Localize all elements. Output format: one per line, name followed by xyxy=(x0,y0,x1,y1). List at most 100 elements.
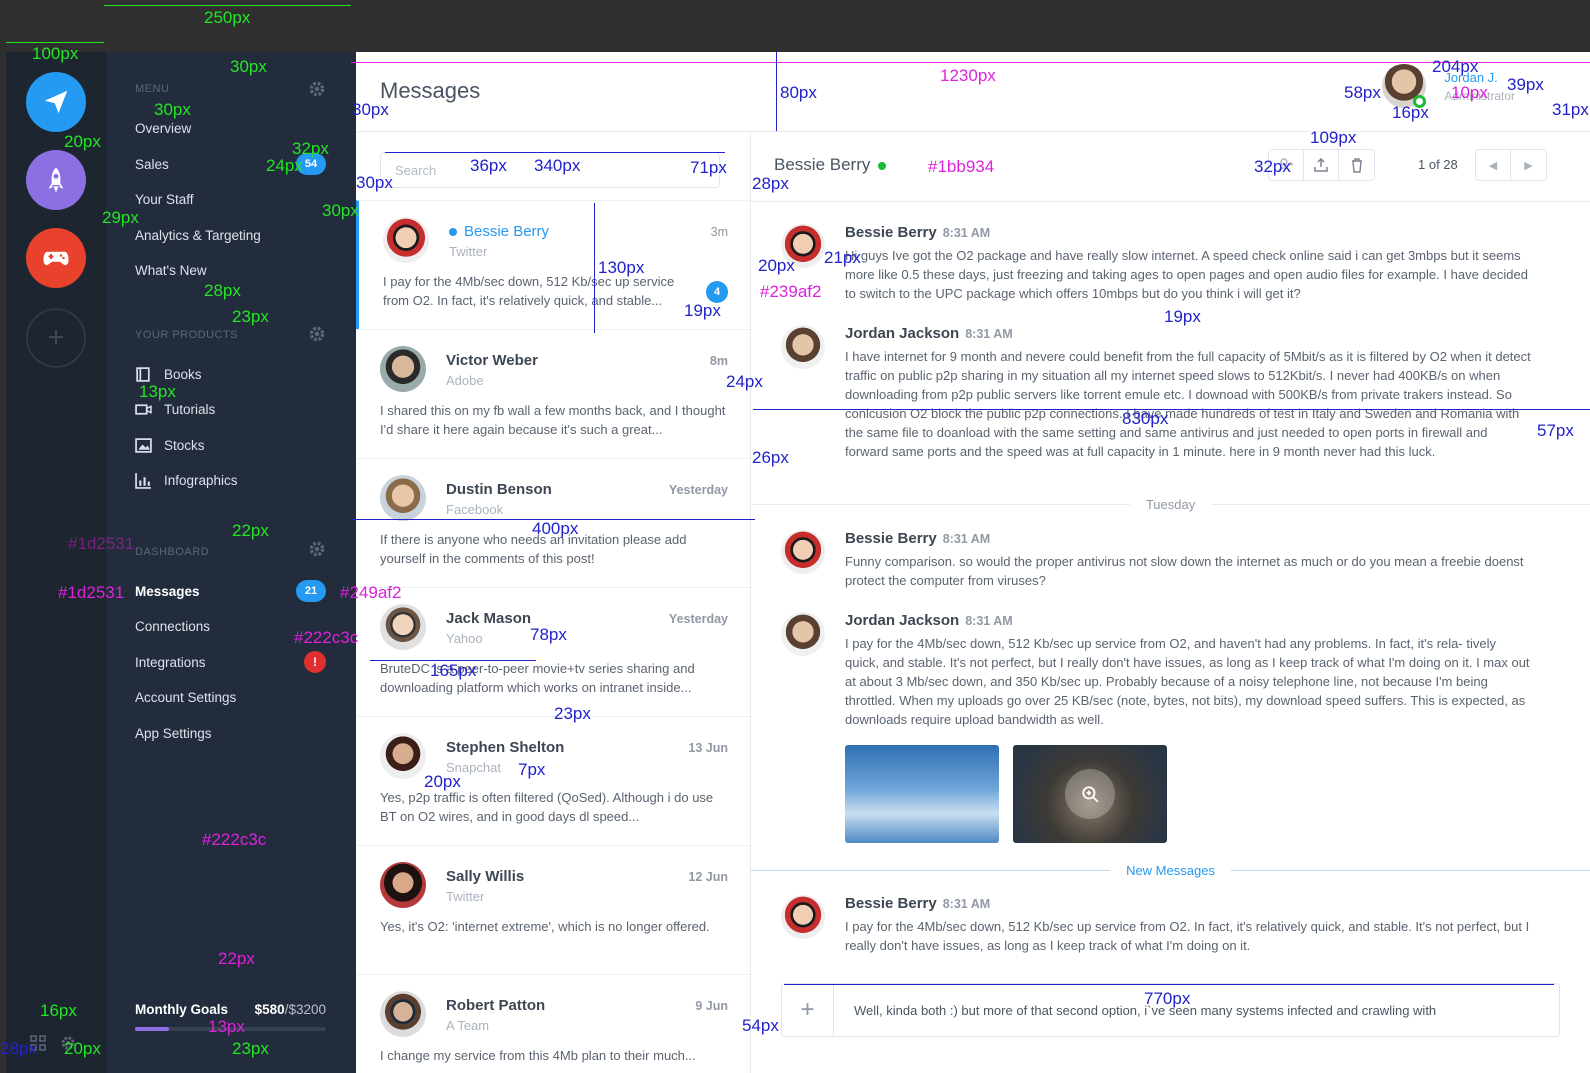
page-title: Messages xyxy=(380,78,481,103)
day-separator-label: Tuesday xyxy=(1145,496,1196,512)
annotation-label: 28px xyxy=(204,281,241,300)
avatar xyxy=(781,530,825,574)
annotation-label: 39px xyxy=(1507,75,1544,94)
annotation-label: 31px xyxy=(1552,100,1589,119)
app-rail: + xyxy=(6,52,106,1073)
annotation-line xyxy=(351,62,1590,63)
unread-count-badge: 4 xyxy=(706,281,728,303)
messages-badge: 21 xyxy=(296,580,326,602)
conversation-name: Victor Weber xyxy=(446,352,538,369)
gear-icon[interactable] xyxy=(308,325,326,343)
conversation-item[interactable]: Jack Mason Yahoo Yesterday BruteDC is a … xyxy=(356,587,750,717)
add-app-button[interactable]: + xyxy=(26,308,86,368)
nav-item-label: Infographics xyxy=(164,472,238,488)
annotation-label: #249af2 xyxy=(340,583,402,602)
message-text: I have internet for 9 month and nevere c… xyxy=(845,349,1531,459)
annotation-label: 20px xyxy=(64,132,101,151)
next-page-button[interactable]: ▶ xyxy=(1511,150,1546,180)
message-author: Jordan Jackson xyxy=(845,325,960,342)
conversation-preview: Yes, p2p traffic is often filtered (QoSe… xyxy=(380,790,714,824)
annotation-label: 80px xyxy=(780,83,817,102)
message-thread: Bessie Berry 1 of 28 ◀ ▶ Bessie Berry 8:3… xyxy=(751,132,1590,1073)
nav-item-infographics[interactable]: Infographics xyxy=(135,468,326,492)
nav-item-overview[interactable]: Overview xyxy=(135,116,326,140)
chevron-right-icon: ▶ xyxy=(1524,159,1533,172)
paper-plane-icon xyxy=(44,90,68,114)
book-icon xyxy=(136,366,150,382)
nav-item-label: Integrations xyxy=(135,654,206,670)
attachment-image[interactable] xyxy=(1013,745,1167,843)
nav-item-your-staff[interactable]: Your Staff xyxy=(135,187,326,211)
thread-header: Bessie Berry 1 of 28 ◀ ▶ xyxy=(751,132,1590,202)
annotation-label: 54px xyxy=(742,1016,779,1035)
annotation-label: 32px xyxy=(292,139,329,158)
annotation-label: 13px xyxy=(139,382,176,401)
conversation-item[interactable]: Victor Weber Adobe 8m I shared this on m… xyxy=(356,329,750,459)
annotation-label: 24px xyxy=(726,372,763,391)
share-button[interactable] xyxy=(1304,150,1339,180)
annotation-label: 250px xyxy=(204,8,251,27)
nav-item-stocks[interactable]: Stocks xyxy=(135,433,326,457)
annotation-line xyxy=(753,409,1590,410)
annotation-label: 20px xyxy=(758,256,795,275)
upload-icon xyxy=(1314,157,1328,172)
avatar xyxy=(781,325,825,369)
nav-item-label: Tutorials xyxy=(164,401,216,417)
annotation-label: 24px xyxy=(266,156,303,175)
annotation-label: 30px xyxy=(356,173,393,192)
app-button-games[interactable] xyxy=(26,228,86,288)
annotation-label: 19px xyxy=(1164,307,1201,326)
goal-label: Monthly Goals xyxy=(135,1002,229,1017)
nav-item-account-settings[interactable]: Account Settings xyxy=(135,685,326,709)
delete-button[interactable] xyxy=(1339,150,1374,180)
conversation-item[interactable]: Sally Willis Twitter 12 Jun Yes, it's O2… xyxy=(356,845,750,975)
message-time: 8:31 AM xyxy=(942,532,991,546)
message-author: Bessie Berry xyxy=(845,530,937,547)
attachment-image[interactable] xyxy=(845,745,999,843)
conversation-source: Twitter xyxy=(449,244,488,259)
avatar xyxy=(380,604,426,650)
gear-icon[interactable] xyxy=(308,80,326,98)
zoom-button[interactable] xyxy=(1065,769,1115,819)
menu-section-label: MENU xyxy=(135,83,170,95)
nav-item-whats-new[interactable]: What's New xyxy=(135,258,326,282)
conversation-item[interactable]: Robert Patton A Team 9 Jun I change my s… xyxy=(356,974,750,1073)
pager-controls: ◀ ▶ xyxy=(1475,149,1547,181)
conversation-time: 13 Jun xyxy=(688,741,728,755)
zoom-in-icon xyxy=(1082,786,1099,803)
annotation-label: 78px xyxy=(530,625,567,644)
goal-progress-fill xyxy=(135,1027,170,1031)
attach-button[interactable]: + xyxy=(782,984,834,1036)
annotation-label: 165px xyxy=(430,661,477,680)
annotation-label: 23px xyxy=(232,1039,269,1058)
nav-item-integrations[interactable]: Integrations! xyxy=(135,650,326,674)
annotation-label: 13px xyxy=(208,1017,245,1036)
annotation-label: 26px xyxy=(752,448,789,467)
annotation-label: 830px xyxy=(1122,409,1169,428)
nav-item-app-settings[interactable]: App Settings xyxy=(135,721,326,745)
app-button-launch[interactable] xyxy=(26,150,86,210)
annotation-line xyxy=(385,152,725,153)
bar-chart-icon xyxy=(135,472,151,489)
conversation-source: Adobe xyxy=(446,373,484,388)
message-text: I pay for the 4Mb/sec down, 512 Kb/sec u… xyxy=(845,919,1530,953)
day-separator: Tuesday xyxy=(751,494,1590,514)
conversation-time: 3m xyxy=(710,225,728,239)
nav-item-analytics[interactable]: Analytics & Targeting xyxy=(135,223,326,247)
annotation-label: 23px xyxy=(232,307,269,326)
composer-input[interactable]: Well, kinda both :) but more of that sec… xyxy=(834,1003,1436,1018)
nav-item-label: Books xyxy=(164,366,202,382)
conversation-name: Dustin Benson xyxy=(446,481,552,498)
app-button-messaging[interactable] xyxy=(26,72,86,132)
conversation-item[interactable]: Stephen Shelton Snapchat 13 Jun Yes, p2p… xyxy=(356,716,750,846)
gear-icon[interactable] xyxy=(308,540,326,558)
annotation-label: 30px xyxy=(322,201,359,220)
main-panel: Messages Jordan J. Administrator Search … xyxy=(356,52,1590,1073)
avatar xyxy=(383,217,429,263)
message-text: Funny comparison. so would the proper an… xyxy=(845,554,1524,588)
unread-dot-icon xyxy=(449,228,457,237)
prev-page-button[interactable]: ◀ xyxy=(1476,150,1511,180)
annotation-label: 30px xyxy=(154,100,191,119)
nav-item-messages[interactable]: Messages 21 xyxy=(135,579,326,603)
annotation-label: 20px xyxy=(424,772,461,791)
